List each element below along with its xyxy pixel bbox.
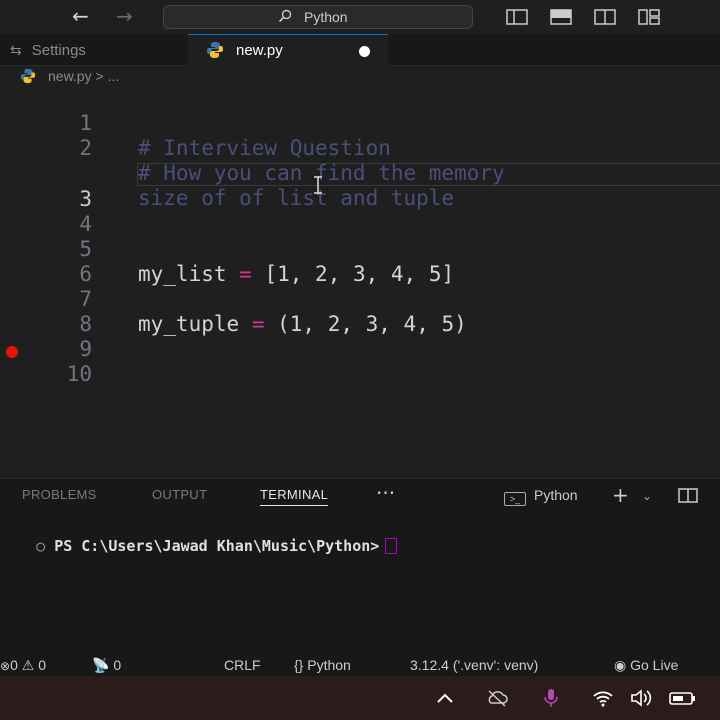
- tab-problems[interactable]: PROBLEMS: [22, 487, 97, 502]
- line-number: 10: [66, 362, 92, 386]
- command-center-search[interactable]: Python: [163, 5, 473, 29]
- tab-output[interactable]: OUTPUT: [152, 487, 207, 502]
- ports-icon: 📡: [92, 657, 110, 673]
- breadcrumb-more[interactable]: ...: [108, 68, 120, 84]
- cloud-offline-icon[interactable]: [486, 688, 508, 708]
- microphone-icon[interactable]: [540, 688, 562, 708]
- code-line[interactable]: 5 my_list = [1, 2, 3, 4, 5]: [0, 212, 720, 286]
- problems-status[interactable]: ⊗0 ⚠ 0: [0, 657, 46, 674]
- braces-icon: {}: [294, 657, 304, 673]
- toggle-sidebar-icon[interactable]: [506, 9, 528, 25]
- breadcrumb-separator: >: [95, 68, 104, 84]
- python-file-icon: [20, 68, 36, 84]
- language-label: Python: [307, 657, 351, 673]
- bottom-panel: PROBLEMS OUTPUT TERMINAL ··· >_ Python + …: [0, 478, 720, 654]
- code-line[interactable]: 4: [0, 187, 720, 236]
- code-line[interactable]: 1 # Interview Question: [0, 86, 720, 160]
- customize-layout-icon[interactable]: [638, 9, 660, 25]
- terminal-prompt: PS C:\Users\Jawad Khan\Music\Python>: [54, 537, 380, 555]
- code-line-wrapped[interactable]: size of of list and tuple: [0, 136, 720, 210]
- error-count: 0: [10, 657, 18, 673]
- code-line[interactable]: 6: [0, 237, 720, 286]
- code-line[interactable]: 7 my_tuple = (1, 2, 3, 4, 5): [0, 262, 720, 336]
- forward-arrow-icon[interactable]: →: [116, 4, 133, 28]
- terminal-cursor: [385, 538, 398, 554]
- code-line[interactable]: 3: [0, 162, 720, 211]
- os-taskbar: [0, 676, 720, 720]
- broadcast-icon: ◉: [614, 657, 627, 673]
- title-bar: ← → Python: [0, 0, 720, 34]
- terminal-decoration-icon: ○: [36, 537, 46, 555]
- language-mode[interactable]: {} Python: [294, 657, 351, 673]
- python-file-icon: [207, 42, 223, 58]
- settings-icon: ⇆: [10, 42, 22, 58]
- terminal-shell-selector[interactable]: >_ Python: [504, 487, 578, 506]
- breakpoint-icon[interactable]: [6, 346, 18, 358]
- unsaved-dot-icon[interactable]: [359, 46, 370, 57]
- breadcrumb[interactable]: new.py > ...: [0, 66, 720, 86]
- status-bar: ⊗0 ⚠ 0 📡 0 CRLF {} Python 3.12.4 ('.venv…: [0, 654, 720, 676]
- search-text: Python: [304, 9, 348, 25]
- warning-icon: ⚠: [21, 657, 35, 673]
- ports-status[interactable]: 📡 0: [92, 657, 121, 674]
- search-icon: [278, 9, 292, 23]
- battery-icon[interactable]: [668, 688, 698, 708]
- code-line[interactable]: 8: [0, 287, 720, 336]
- warning-count: 0: [38, 657, 46, 673]
- terminal-shell-label: Python: [534, 487, 578, 503]
- code-editor[interactable]: 1 # Interview Question 2 # How you can f…: [0, 86, 720, 478]
- editor-tab-bar: ⇆ Settings new.py: [0, 34, 720, 66]
- text-cursor-icon: [314, 176, 322, 194]
- toggle-secondary-sidebar-icon[interactable]: [594, 9, 616, 25]
- go-live-button[interactable]: ◉ Go Live: [614, 657, 678, 674]
- code-line[interactable]: 2 # How you can find the memory: [0, 111, 720, 185]
- wifi-icon[interactable]: [592, 688, 614, 708]
- ports-count: 0: [113, 657, 122, 673]
- tab-settings-label: Settings: [31, 42, 86, 59]
- tab-settings[interactable]: ⇆ Settings: [0, 34, 188, 66]
- chevron-down-icon[interactable]: ⌄: [642, 489, 652, 503]
- new-terminal-plus-icon[interactable]: +: [612, 483, 629, 507]
- error-icon: ⊗: [0, 659, 11, 673]
- tab-new-py[interactable]: new.py: [188, 34, 388, 66]
- code-line[interactable]: 9: [0, 312, 720, 361]
- more-actions-icon[interactable]: ···: [376, 481, 395, 505]
- go-live-label: Go Live: [630, 657, 679, 673]
- toggle-panel-icon[interactable]: [550, 9, 572, 25]
- tab-terminal[interactable]: TERMINAL: [260, 487, 329, 506]
- terminal-icon: >_: [504, 492, 526, 506]
- back-arrow-icon[interactable]: ←: [72, 4, 89, 28]
- interpreter-status[interactable]: 3.12.4 ('.venv': venv): [410, 657, 538, 673]
- eol-status[interactable]: CRLF: [224, 657, 261, 673]
- split-terminal-icon[interactable]: [678, 488, 698, 503]
- breadcrumb-file[interactable]: new.py: [48, 68, 92, 84]
- tab-new-py-label: new.py: [236, 42, 283, 59]
- code-line[interactable]: 10: [0, 337, 720, 386]
- chevron-up-icon[interactable]: [434, 688, 456, 708]
- volume-icon[interactable]: [630, 688, 652, 708]
- terminal-prompt-line[interactable]: ○ PS C:\Users\Jawad Khan\Music\Python>: [0, 519, 398, 573]
